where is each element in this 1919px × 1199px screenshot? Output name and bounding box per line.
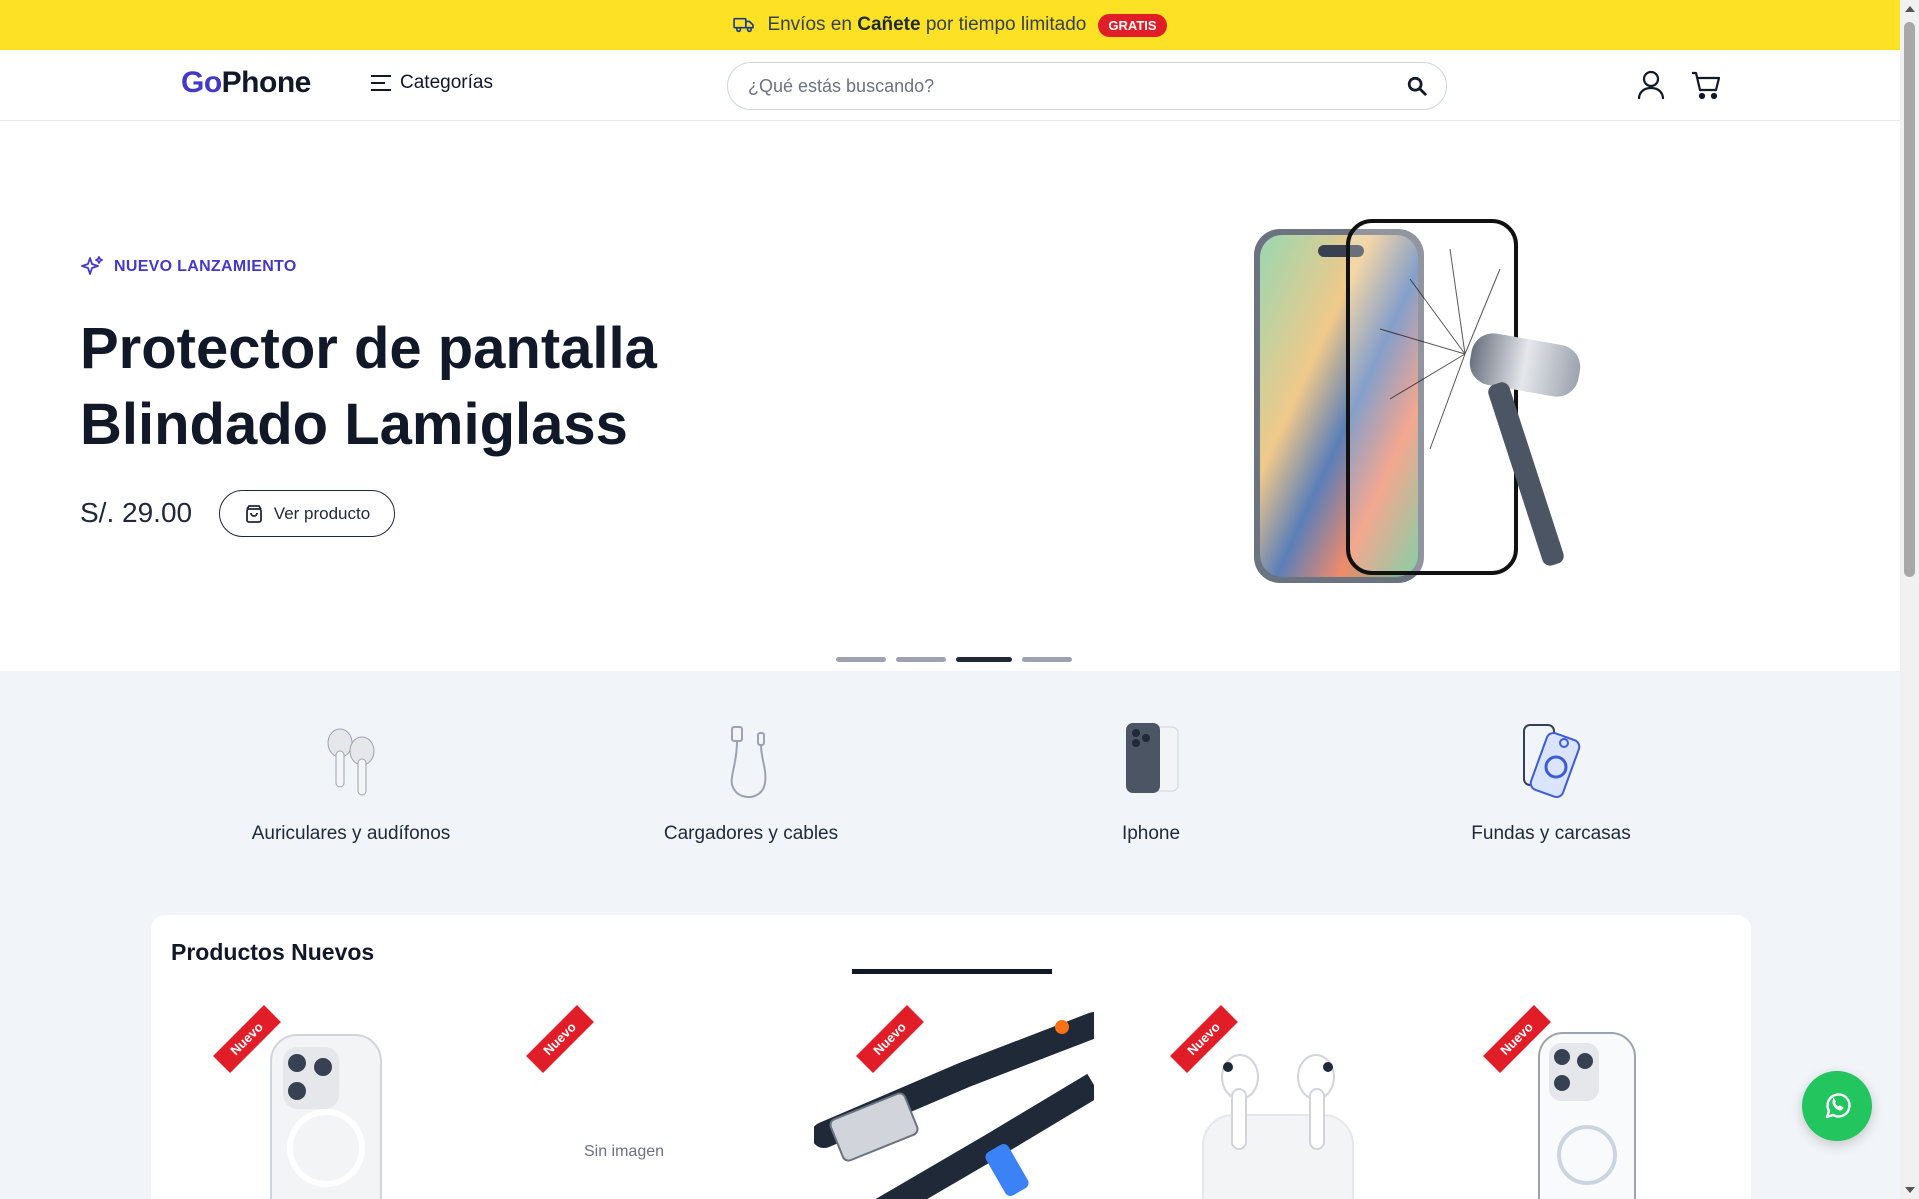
scroll-down-arrow-icon[interactable]: [1905, 1187, 1915, 1193]
carousel-indicators: [836, 657, 1072, 662]
site-header: GoPhone Categorías: [0, 50, 1900, 121]
product-card[interactable]: Nuevo: [814, 1005, 1094, 1199]
product-card[interactable]: Nuevo: [1128, 1005, 1408, 1199]
scroll-up-arrow-icon[interactable]: [1905, 6, 1915, 12]
free-badge: GRATIS: [1098, 13, 1167, 37]
categories-label: Categorías: [400, 72, 493, 93]
category-label: Fundas y carcasas: [1471, 823, 1631, 844]
category-chargers[interactable]: Cargadores y cables: [601, 721, 901, 845]
category-cases[interactable]: Fundas y carcasas: [1401, 721, 1701, 845]
product-image-airpods: [1202, 1054, 1354, 1199]
carousel-dot-active[interactable]: [956, 657, 1012, 662]
product-image-clear-case: [1538, 1032, 1636, 1199]
category-label: Iphone: [1121, 823, 1181, 844]
category-iphone[interactable]: Iphone: [1001, 721, 1301, 845]
search-icon[interactable]: [1406, 75, 1428, 97]
carousel-dot[interactable]: [1022, 657, 1072, 662]
sparkles-icon: [81, 256, 103, 275]
announcement-bar: Envíos en Cañete por tiempo limitado GRA…: [0, 0, 1900, 50]
logo[interactable]: GoPhone: [181, 66, 311, 100]
scrollbar-thumb[interactable]: [1904, 22, 1915, 577]
product-image-cable: [814, 1012, 1094, 1199]
carousel-dot[interactable]: [836, 657, 886, 662]
truck-icon: [733, 17, 755, 33]
no-image-placeholder: Sin imagen: [583, 1143, 665, 1160]
shopping-bag-icon: [245, 504, 262, 523]
product-image-case: [270, 1034, 382, 1199]
cable-icon: [730, 726, 767, 799]
search-input[interactable]: [748, 63, 1388, 109]
categories-menu-button[interactable]: Categorías: [370, 72, 493, 94]
whatsapp-button[interactable]: [1802, 1071, 1872, 1141]
product-card[interactable]: Nuevo Sin imagen: [484, 1005, 764, 1199]
category-label: Auriculares y audífonos: [251, 823, 451, 844]
category-label: Cargadores y cables: [663, 823, 839, 844]
search-bar: [727, 62, 1447, 110]
hero-title: Protector de pantalla Blindado Lamiglass: [80, 316, 657, 457]
screen-protector-image: [1254, 219, 1581, 583]
product-card[interactable]: Nuevo: [171, 1005, 451, 1199]
iphone-icon: [1126, 723, 1179, 793]
cart-icon[interactable]: [1690, 69, 1722, 101]
whatsapp-icon: [1825, 1093, 1851, 1119]
hero-price: S/. 29.00: [80, 497, 193, 528]
new-ribbon: Nuevo: [526, 1005, 594, 1073]
hero-tag: NUEVO LANZAMIENTO: [80, 255, 297, 279]
new-products-panel: Productos Nuevos Nuevo Nuevo Sin imagen …: [151, 915, 1751, 1199]
section-title: Productos Nuevos: [171, 939, 375, 965]
product-card[interactable]: Nuevo: [1441, 1005, 1721, 1199]
menu-icon: [371, 75, 391, 91]
earbuds-icon: [327, 728, 375, 796]
user-icon[interactable]: [1636, 69, 1666, 101]
view-product-button[interactable]: Ver producto: [219, 490, 395, 537]
section-underline: [852, 969, 1052, 974]
case-icon: [1523, 724, 1581, 799]
category-earbuds[interactable]: Auriculares y audífonos: [201, 721, 501, 845]
page-scrollbar[interactable]: [1900, 0, 1919, 1199]
announcement-text: Envíos en Cañete por tiempo limitado: [767, 14, 1087, 35]
hero-banner: NUEVO LANZAMIENTO Protector de pantalla …: [0, 121, 1900, 671]
carousel-dot[interactable]: [896, 657, 946, 662]
